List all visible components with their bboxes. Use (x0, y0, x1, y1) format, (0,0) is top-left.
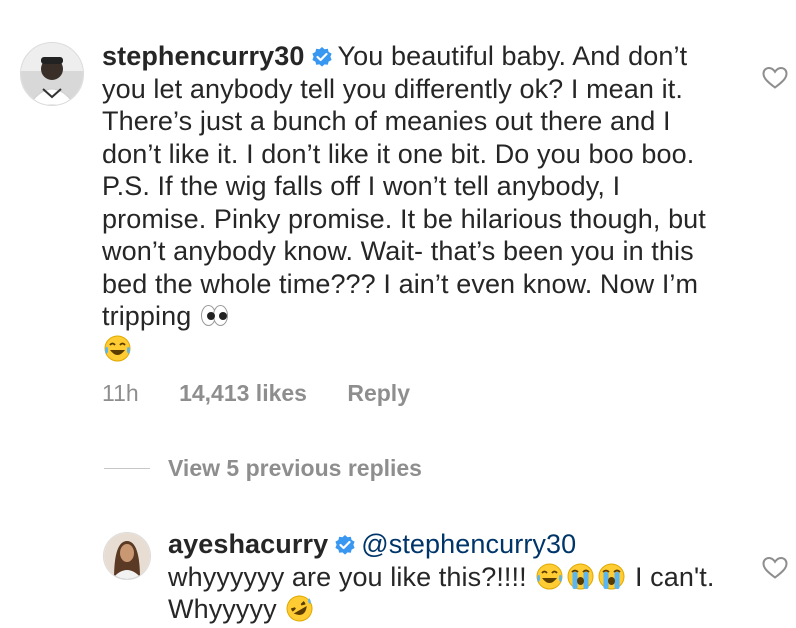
laughing-tears-emoji (535, 562, 564, 591)
heart-icon[interactable] (762, 556, 788, 580)
verified-badge-icon (334, 534, 356, 556)
reply-username[interactable]: ayeshacurry (168, 529, 328, 559)
crying-emoji (597, 562, 626, 591)
view-replies-label[interactable]: View 5 previous replies (168, 455, 422, 482)
verified-badge-icon (311, 46, 333, 68)
rofl-emoji (285, 594, 314, 623)
comment-meta: 11h 14,413 likes Reply (102, 380, 444, 407)
likes-count[interactable]: 14,413 likes (179, 380, 307, 406)
comment-text: You beautiful baby. And don’t you let an… (102, 41, 706, 331)
view-previous-replies[interactable]: View 5 previous replies (104, 455, 422, 482)
heart-icon[interactable] (762, 66, 788, 90)
crying-emoji (566, 562, 595, 591)
reply-text-part1: whyyyyyy are you like this?!!!! (168, 561, 527, 592)
reply-body: ayeshacurry @stephencurry30 whyyyyyy are … (168, 528, 728, 626)
comment-timestamp: 11h (102, 380, 139, 406)
eyes-emoji (200, 301, 229, 330)
comment-username[interactable]: stephencurry30 (102, 41, 305, 71)
divider-line (104, 468, 150, 469)
reply-button[interactable]: Reply (347, 380, 410, 406)
laughing-tears-emoji (103, 334, 132, 363)
commenter-avatar[interactable] (20, 42, 84, 106)
comment-body: stephencurry30 You beautiful baby. And do… (102, 40, 722, 365)
reply-avatar[interactable] (103, 532, 151, 580)
mention-link[interactable]: @stephencurry30 (361, 529, 576, 559)
